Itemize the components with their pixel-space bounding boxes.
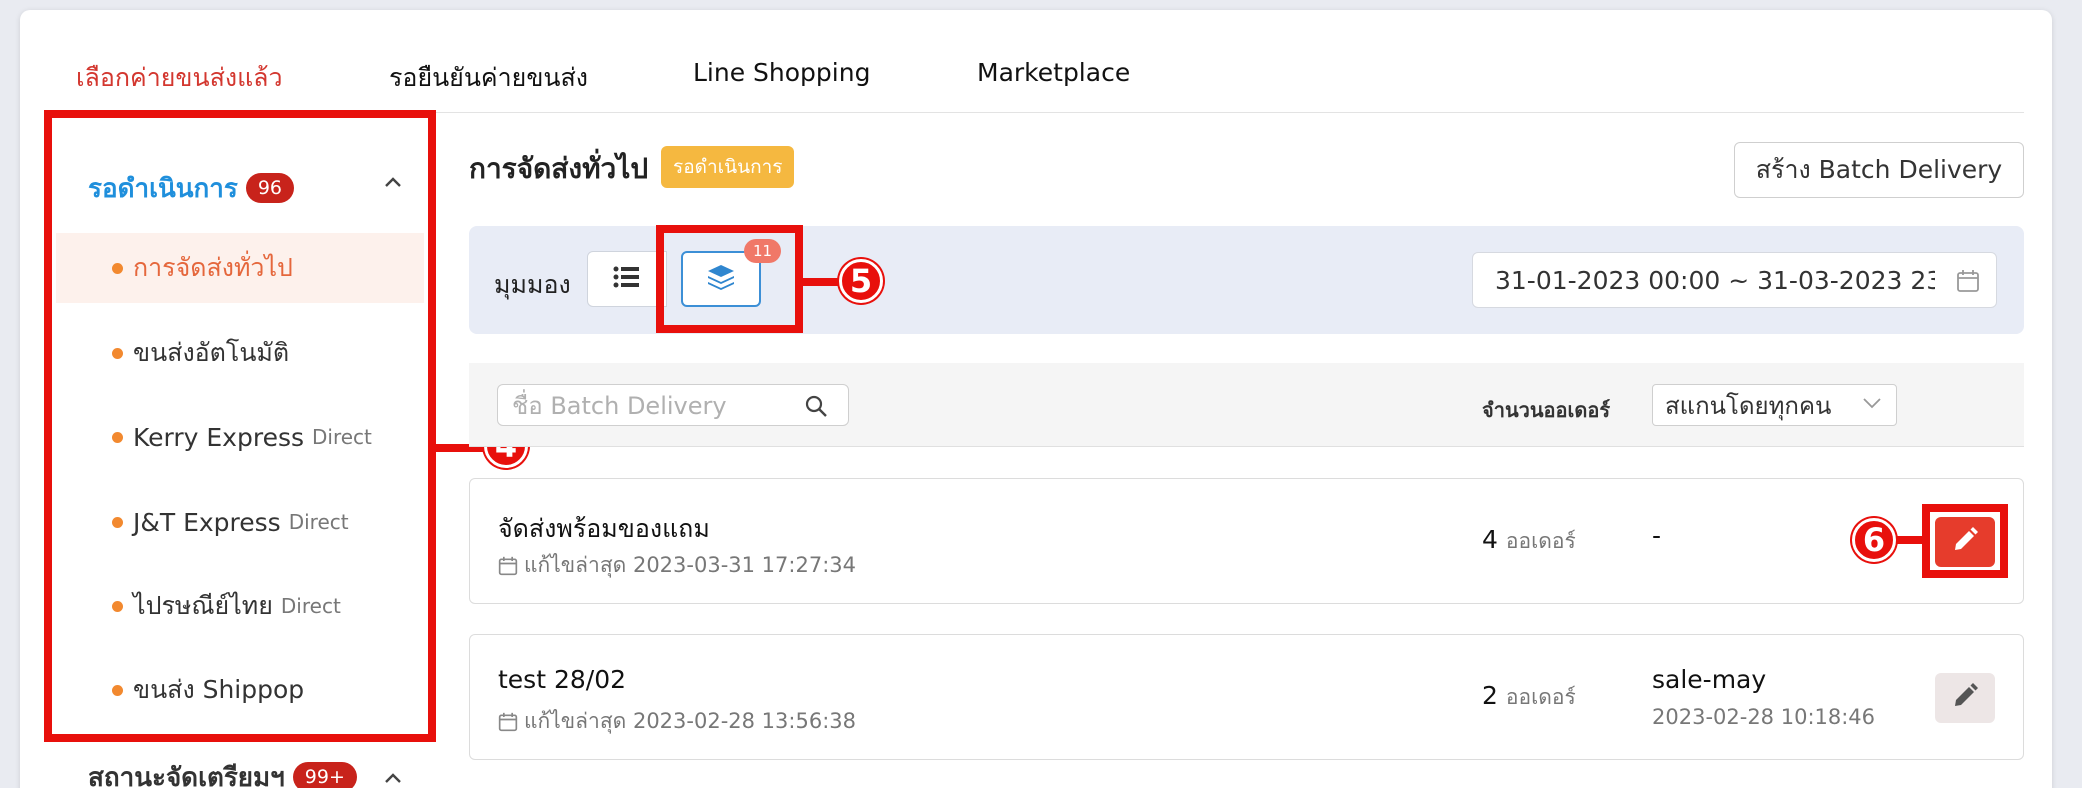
edited-time: แก้ไขล่าสุด 2023-03-31 17:27:34 xyxy=(498,549,856,582)
table-row[interactable]: จัดส่งพร้อมของแถม แก้ไขล่าสุด 2023-03-31… xyxy=(469,478,2024,604)
order-count-value: 2 xyxy=(1482,681,1498,710)
order-count-header: จำนวนออเดอร์ xyxy=(1482,398,1611,422)
search-icon xyxy=(804,394,828,424)
prepare-count-badge: 99+ xyxy=(292,762,357,788)
edited-time: แก้ไขล่าสุด 2023-02-28 13:56:38 xyxy=(498,705,856,738)
chevron-down-icon xyxy=(1862,391,1882,415)
tab-line-shopping[interactable]: Line Shopping xyxy=(693,58,870,87)
annotation-box-4 xyxy=(44,110,436,742)
edited-time-text: แก้ไขล่าสุด 2023-03-31 17:27:34 xyxy=(524,553,856,577)
order-count: 4 ออเดอร์ xyxy=(1482,525,1576,558)
search-placeholder: ชื่อ Batch Delivery xyxy=(512,391,727,420)
callout-6: 6 xyxy=(1852,518,1896,562)
view-label: มุมมอง xyxy=(494,270,571,299)
tab-awaiting-carrier[interactable]: รอยืนยันค่ายขนส่ง xyxy=(389,58,588,98)
scanner-time: 2023-02-28 10:18:46 xyxy=(1652,705,1876,729)
annotation-box-6 xyxy=(1922,504,2008,578)
callout-line-5 xyxy=(803,278,843,286)
calendar-icon xyxy=(498,712,518,731)
scanner-select-value: สแกนโดยทุกคน xyxy=(1665,391,1832,420)
sidebar-group-prepare[interactable]: สถานะจัดเตรียมฯ 99+ xyxy=(88,755,408,788)
calendar-icon xyxy=(498,556,518,575)
edit-button[interactable] xyxy=(1935,673,1995,723)
list-icon xyxy=(613,265,641,293)
edited-time-text: แก้ไขล่าสุด 2023-02-28 13:56:38 xyxy=(524,709,856,733)
order-unit: ออเดอร์ xyxy=(1505,529,1576,553)
search-input[interactable]: ชื่อ Batch Delivery xyxy=(497,384,849,426)
annotation-box-5 xyxy=(656,225,803,333)
create-batch-delivery-button[interactable]: สร้าง Batch Delivery xyxy=(1734,142,2024,198)
table-row[interactable]: test 28/02 แก้ไขล่าสุด 2023-02-28 13:56:… xyxy=(469,634,2024,760)
scanner-user: sale-may xyxy=(1652,665,1767,694)
date-range-value: 31-01-2023 00:00 ~ 31-03-2023 23:59 xyxy=(1495,265,1935,295)
tab-marketplace[interactable]: Marketplace xyxy=(977,58,1130,87)
page-title: การจัดส่งทั่วไป xyxy=(469,152,649,185)
chevron-up-icon[interactable] xyxy=(384,768,402,788)
callout-5: 5 xyxy=(839,259,883,303)
calendar-icon xyxy=(1956,269,1980,299)
pencil-icon xyxy=(1951,682,1979,714)
order-count: 2 ออเดอร์ xyxy=(1482,681,1576,714)
order-count-value: 4 xyxy=(1482,525,1498,554)
tab-selected-carrier[interactable]: เลือกค่ายขนส่งแล้ว xyxy=(76,58,283,98)
status-badge: รอดำเนินการ xyxy=(661,146,795,188)
list-view-button[interactable] xyxy=(587,251,667,307)
date-range-picker[interactable]: 31-01-2023 00:00 ~ 31-03-2023 23:59 xyxy=(1472,252,1997,308)
order-unit: ออเดอร์ xyxy=(1505,685,1576,709)
group-prepare-label: สถานะจัดเตรียมฯ xyxy=(88,762,285,788)
batch-name: จัดส่งพร้อมของแถม xyxy=(498,514,710,543)
scanner-select[interactable]: สแกนโดยทุกคน xyxy=(1652,384,1897,426)
batch-name: test 28/02 xyxy=(498,665,627,694)
scanner-user: - xyxy=(1652,521,1662,550)
